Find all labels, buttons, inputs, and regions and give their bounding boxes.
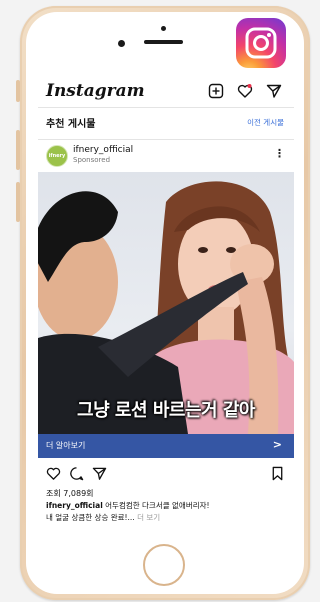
learn-more-bar[interactable]: 더 알아보기 > xyxy=(38,434,294,458)
add-post-icon[interactable] xyxy=(208,83,224,99)
post-photo-illustration xyxy=(38,181,294,434)
post-actions xyxy=(38,464,294,484)
comment-icon[interactable] xyxy=(69,466,84,481)
volume-up-button xyxy=(16,130,20,170)
post-caption-line2: 내 얼굴 상큼한 상승 완료!... 더 보기 xyxy=(46,512,160,523)
post-image[interactable]: 그냥 로션 바르는거 같아 xyxy=(38,172,294,434)
instagram-wordmark[interactable]: Instagram xyxy=(46,81,145,101)
avatar-label: ifnery xyxy=(48,153,66,159)
earpiece-speaker xyxy=(144,40,183,44)
account-name[interactable]: ifnery_official xyxy=(73,145,133,155)
previous-posts-link[interactable]: 이전 게시물 xyxy=(247,117,284,128)
bookmark-icon[interactable] xyxy=(270,466,285,481)
direct-message-icon[interactable] xyxy=(266,83,282,99)
mute-switch xyxy=(16,80,20,102)
recommended-title: 추천 게시물 xyxy=(46,119,96,130)
volume-down-button xyxy=(16,182,20,222)
recommended-row: 추천 게시물 이전 게시물 xyxy=(38,112,294,132)
more-options-icon[interactable]: ⋮ xyxy=(274,148,285,159)
chevron-right-icon: > xyxy=(272,438,282,451)
front-camera xyxy=(118,40,125,47)
caption-text-2: 내 얼굴 상큼한 상승 완료!... xyxy=(46,513,135,522)
image-caption: 그냥 로션 바르는거 같아 xyxy=(77,400,255,421)
share-icon[interactable] xyxy=(92,466,107,481)
post-caption: ifnery_official 어두컴컴한 다크서클 없애버리자! xyxy=(46,500,210,511)
proximity-sensor xyxy=(161,26,166,31)
instagram-logo-icon xyxy=(236,18,286,68)
caption-account[interactable]: ifnery_official xyxy=(46,501,103,510)
post-header: ifnery ifnery_official Sponsored ⋮ xyxy=(38,142,294,172)
section-divider xyxy=(38,139,294,140)
header-divider xyxy=(38,107,294,108)
sponsored-label: Sponsored xyxy=(73,156,111,164)
account-avatar[interactable]: ifnery xyxy=(46,145,68,167)
heart-notification-icon[interactable] xyxy=(237,83,253,99)
caption-text: 어두컴컴한 다크서클 없애버리자! xyxy=(102,501,210,510)
app-header: Instagram xyxy=(38,76,294,106)
caption-more-link[interactable]: 더 보기 xyxy=(135,513,160,522)
learn-more-label: 더 알아보기 xyxy=(46,441,86,450)
view-count: 조회 7,089회 xyxy=(46,489,94,498)
app-screen: Instagram 추천 게시물 이전 게시물 ifnery ifnery_of… xyxy=(38,76,294,532)
like-icon[interactable] xyxy=(46,466,61,481)
home-button[interactable] xyxy=(143,544,185,586)
